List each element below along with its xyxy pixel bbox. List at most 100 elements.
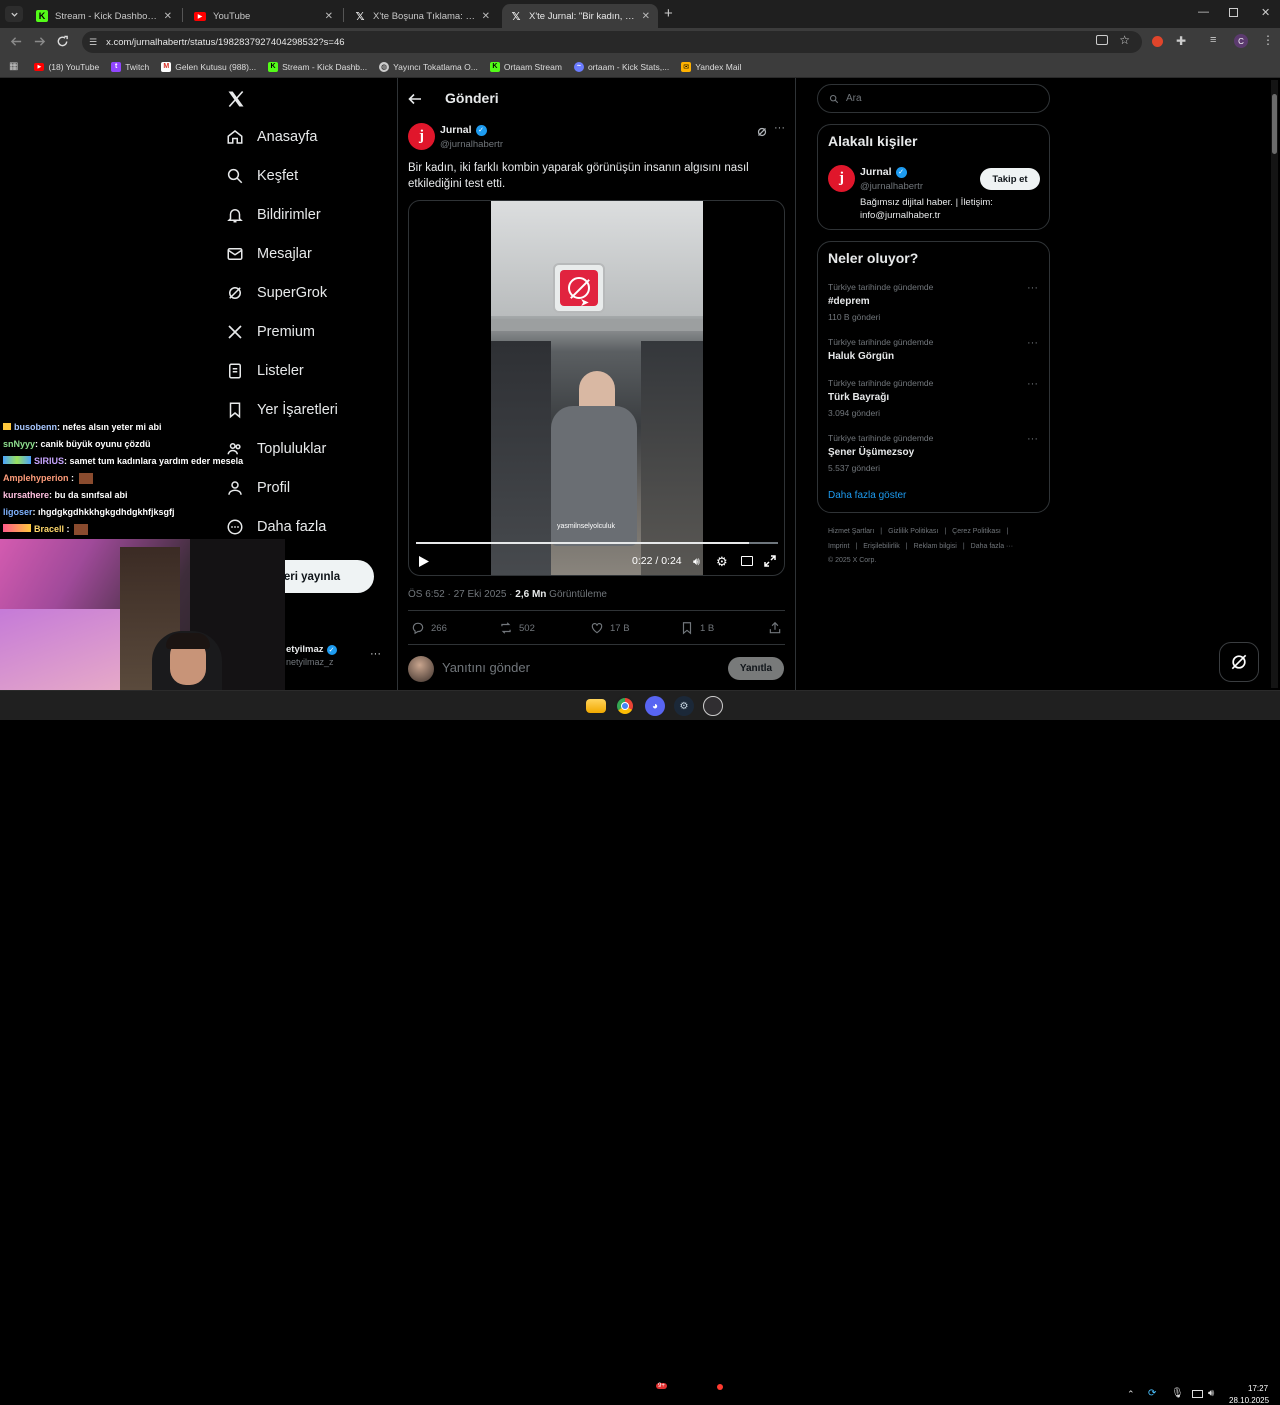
clock-time[interactable]: 17:27 [1248,1384,1268,1393]
extension-icon[interactable] [1152,36,1163,47]
close-icon[interactable]: ✕ [482,11,490,22]
x-logo-icon[interactable] [226,89,246,114]
page-scrollbar[interactable] [1271,80,1278,688]
reload-icon[interactable] [56,35,69,53]
sidebar-item-bildirimler[interactable]: Bildirimler [226,206,321,224]
obs-icon[interactable] [703,696,723,716]
bookmark-yandex-mail[interactable]: ✉ Yandex Mail [681,61,741,72]
bookmark-twitch[interactable]: t Twitch [111,61,149,72]
volume-icon[interactable]: 🔊︎ [693,556,700,569]
tray-volume-icon[interactable]: 🔊︎ [1208,1388,1214,1399]
tray-sync-icon[interactable]: ⟳ [1148,1388,1156,1399]
tray-monitor-icon[interactable] [1192,1390,1203,1398]
footer-link[interactable]: Reklam bilgisi [914,543,957,550]
footer-link[interactable]: Çerez Politikası [952,528,1001,535]
tab-youtube[interactable]: ▶ YouTube ✕ [186,4,341,28]
sidebar-item-anasayfa[interactable]: Anasayfa [226,128,317,146]
windows-start-icon[interactable] [557,696,577,716]
back-icon[interactable] [10,35,23,53]
reply-button[interactable]: 266 [411,621,447,635]
repost-button[interactable]: 502 [499,621,535,635]
bookmark-button[interactable]: 1 B [680,621,714,635]
account-more-icon[interactable]: ··· [370,648,381,660]
sidebar-item-profil[interactable]: Profil [226,479,290,497]
close-window-button[interactable]: ✕ [1261,6,1270,19]
reply-input[interactable]: Yanıtını gönder [442,660,530,675]
post-more-icon[interactable]: ··· [774,122,785,134]
trend-more-icon[interactable]: ··· [1027,433,1038,445]
trend-item[interactable]: Türkiye tarihinde gündemde Haluk Görgün … [828,337,1038,362]
share-button[interactable] [768,621,788,635]
related-name[interactable]: Jurnal ✓ [860,166,907,178]
bookmark-ortaam-stream[interactable]: K Ortaam Stream [489,61,562,72]
trend-more-icon[interactable]: ··· [1027,337,1038,349]
grok-explain-icon[interactable] [756,125,768,143]
account-switcher[interactable]: etyilmaz ✓ netyilmaz_z ··· [286,644,386,674]
close-icon[interactable]: ✕ [164,11,172,22]
footer-link[interactable]: Erişilebilirlik [863,543,900,550]
reply-submit-button[interactable]: Yanıtla [728,657,784,680]
bookmark-yayinci[interactable]: ◍ Yayıncı Tokatlama O... [379,61,478,72]
tray-chevron-icon[interactable]: ⌃ [1127,1389,1135,1400]
search-input[interactable]: Ara [817,84,1050,113]
picture-in-picture-icon[interactable] [741,556,753,566]
profile-avatar[interactable]: C [1234,34,1248,48]
like-button[interactable]: 17 B [590,621,630,635]
back-arrow-icon[interactable] [408,92,422,111]
star-icon[interactable]: ☆ [1119,33,1130,47]
grok-floating-button[interactable] [1219,642,1259,682]
sidebar-item-kesfet[interactable]: Keşfet [226,167,298,185]
show-more-link[interactable]: Daha fazla göster [828,490,906,501]
site-settings-icon[interactable]: ☰ [89,37,97,48]
install-app-icon[interactable] [1096,35,1108,45]
author-handle[interactable]: @jurnalhabertr [440,139,503,150]
maximize-button[interactable] [1229,8,1238,17]
extensions-puzzle-icon[interactable]: ✚ [1176,34,1186,48]
follow-button[interactable]: Takip et [980,168,1040,190]
trend-item[interactable]: Türkiye tarihinde gündemde Türk Bayrağı … [828,378,1038,418]
discord-icon[interactable]: ◕ [645,696,665,716]
tray-mic-icon[interactable]: 🎙︎ [1171,1388,1184,1399]
trend-more-icon[interactable]: ··· [1027,378,1038,390]
tab-kick-dashboard[interactable]: K Stream - Kick Dashboard ✕ [28,4,180,28]
trend-item[interactable]: Türkiye tarihinde gündemde #deprem 110 B… [828,282,1038,322]
address-bar[interactable]: ☰ x.com/jurnalhabertr/status/19828379274… [82,31,1142,53]
apps-grid-icon[interactable]: ▦ [9,61,18,72]
close-icon[interactable]: ✕ [325,11,333,22]
sidebar-item-listeler[interactable]: Listeler [226,362,304,380]
bookmark-kick-stats[interactable]: ~ ortaam - Kick Stats,... [573,61,669,72]
sidebar-item-supergrok[interactable]: SuperGrok [226,284,327,302]
forward-icon[interactable] [33,35,46,53]
bookmark-youtube[interactable]: ▶ (18) YouTube [34,62,99,72]
play-icon[interactable] [418,555,430,573]
sidebar-item-daha-fazla[interactable]: Daha fazla [226,518,326,536]
video-player[interactable]: yasmilnselyolculuk 0:22 / 0:24 🔊︎ ⚙︎ [408,200,785,576]
minimize-button[interactable]: — [1198,6,1209,18]
bookmark-kick-dashboard[interactable]: K Stream - Kick Dashb... [268,61,367,72]
trend-more-icon[interactable]: ··· [1027,282,1038,294]
footer-link[interactable]: Gizlilik Politikası [888,528,938,535]
author-name[interactable]: Jurnal ✓ [440,124,487,136]
settings-gear-icon[interactable]: ⚙︎ [716,554,728,570]
media-controls-icon[interactable]: ≡ [1210,34,1216,46]
tab-x-jurnal[interactable]: 𝕏 X'te Jurnal: "Bir kadın, iki far ✕ [502,4,658,28]
author-avatar[interactable]: j [408,123,435,150]
chrome-icon[interactable] [615,696,635,716]
related-avatar[interactable]: j [828,165,855,192]
steam-icon[interactable]: ⚙︎ [674,696,694,716]
tab-x-bosuna-tiklama[interactable]: 𝕏 X'te Boşuna Tıklama: "Düzce'de ✕ [346,4,498,28]
file-explorer-icon[interactable] [586,699,606,713]
chrome-menu-icon[interactable]: ⋮ [1262,33,1274,47]
sidebar-item-yer-isaretleri[interactable]: Yer İşaretleri [226,401,338,419]
sidebar-item-premium[interactable]: Premium [226,323,315,341]
sidebar-item-mesajlar[interactable]: Mesajlar [226,245,312,263]
footer-link[interactable]: Hizmet Şartları [828,528,874,535]
bookmark-gmail[interactable]: M Gelen Kutusu (988)... [161,61,256,72]
tab-search-button[interactable] [5,6,23,22]
new-tab-button[interactable]: + [664,5,673,22]
clock-date[interactable]: 28.10.2025 [1229,1396,1269,1405]
close-icon[interactable]: ✕ [642,11,650,22]
url-text[interactable]: x.com/jurnalhabertr/status/1982837927404… [106,37,344,48]
footer-link[interactable]: Imprint [828,543,849,550]
fullscreen-icon[interactable] [764,554,776,572]
